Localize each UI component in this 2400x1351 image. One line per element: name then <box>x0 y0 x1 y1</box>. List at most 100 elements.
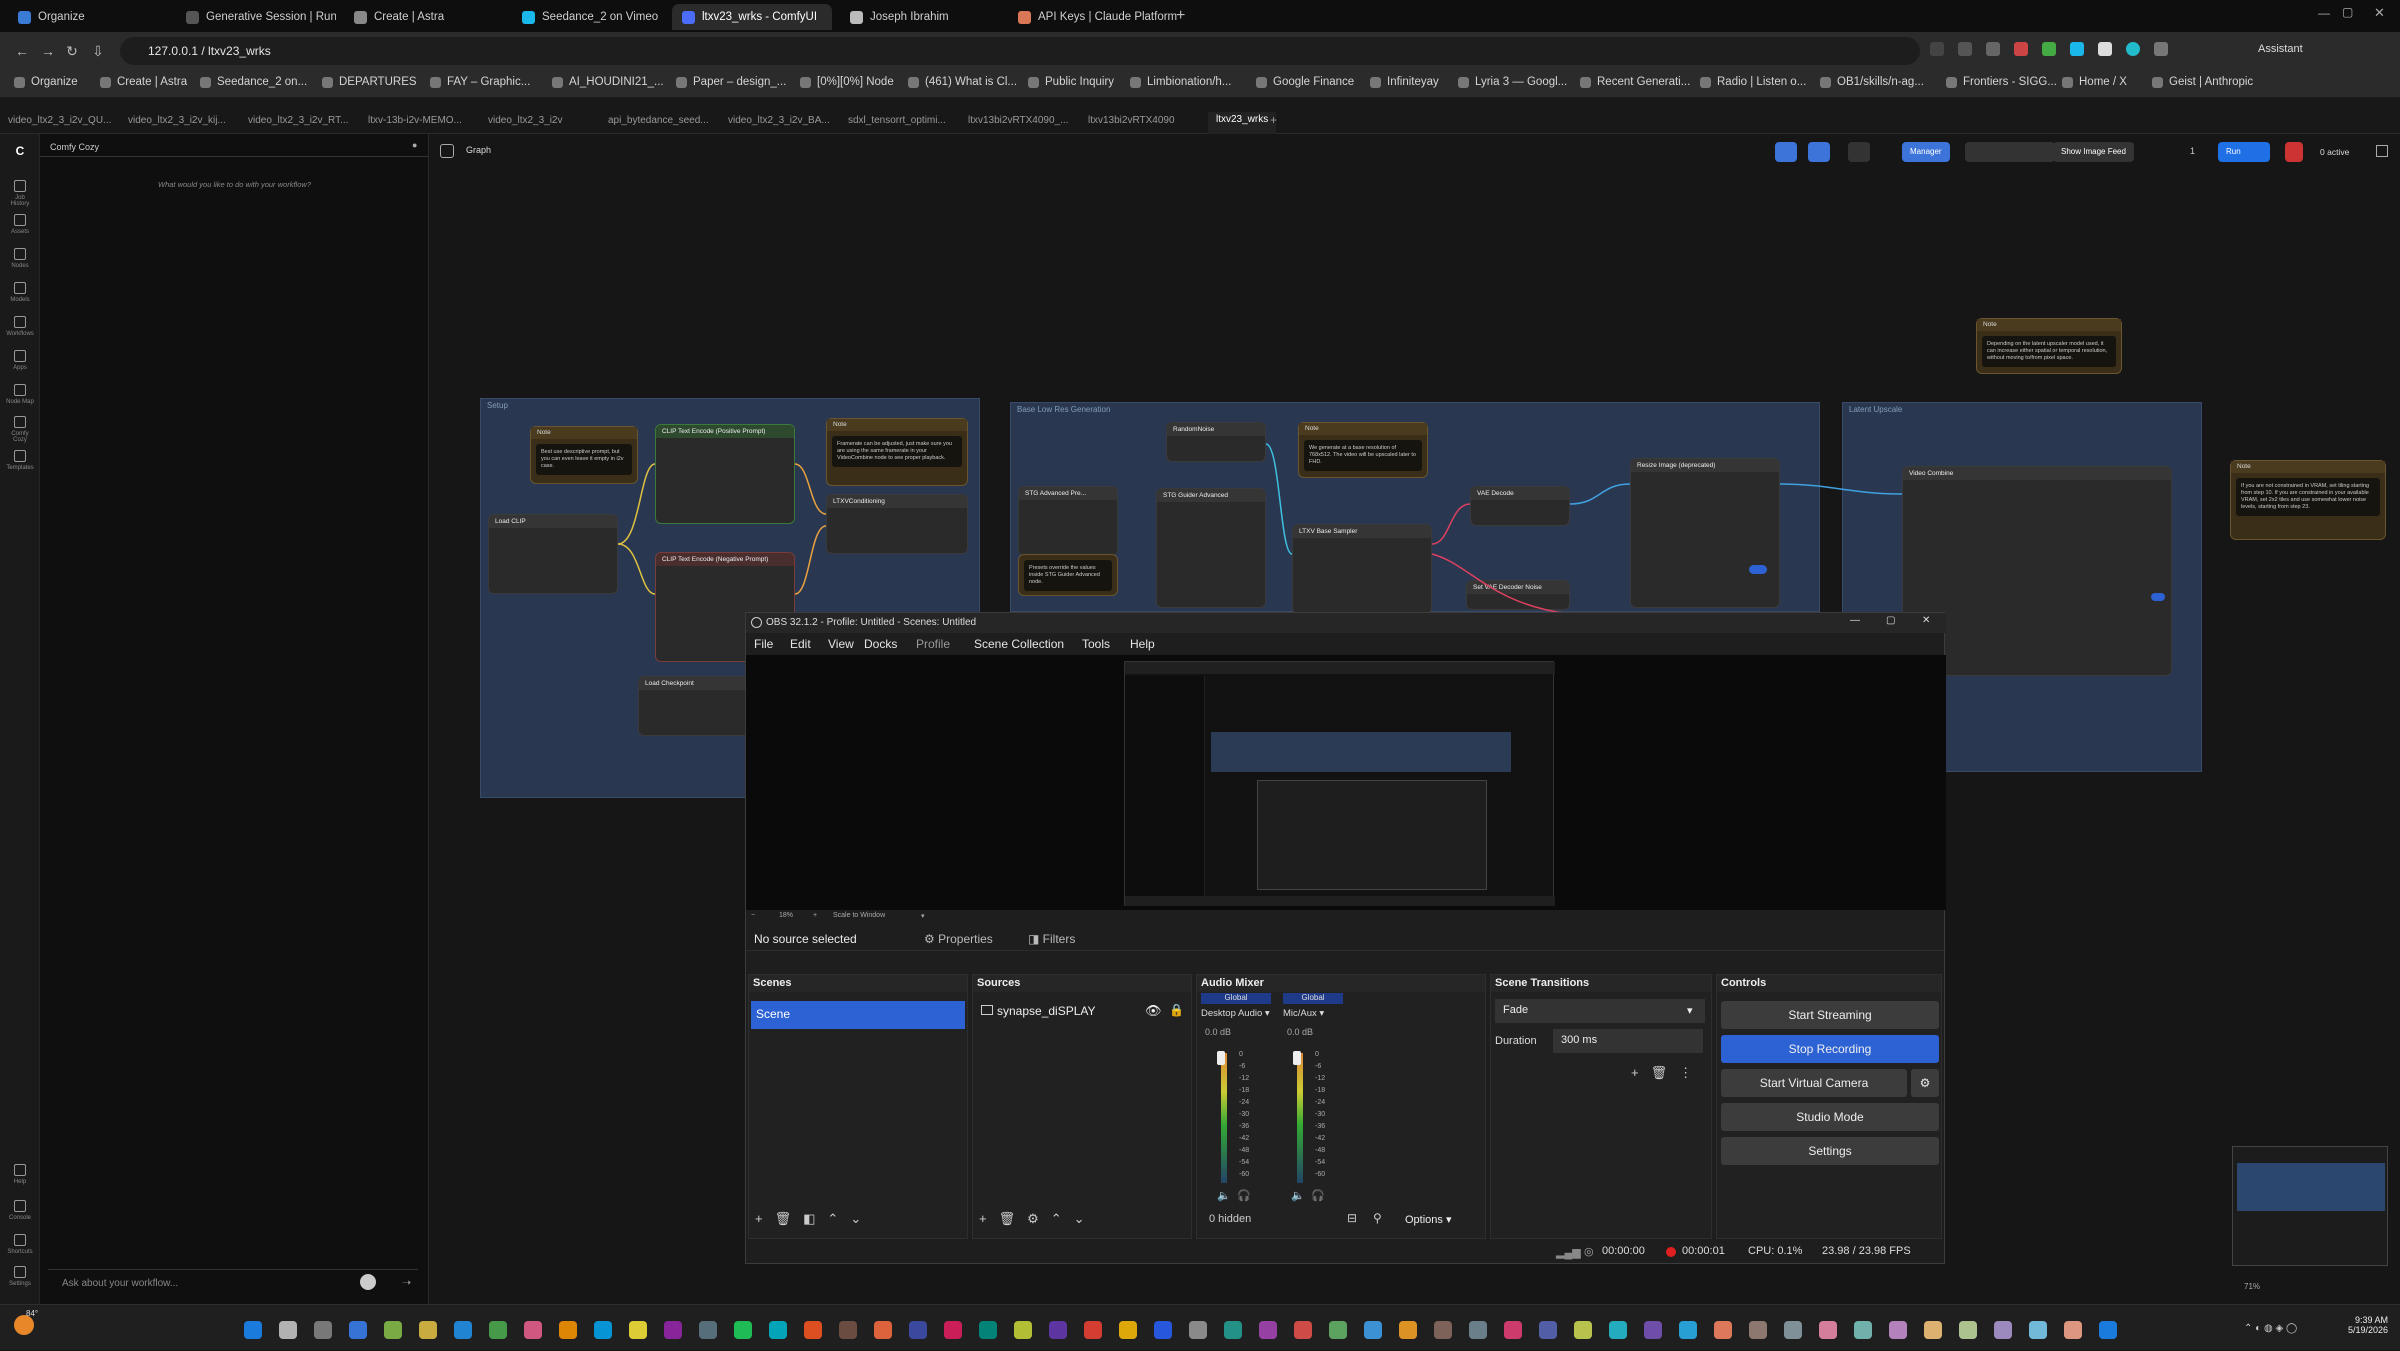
browser-tab[interactable]: Seedance_2 on Vimeo <box>512 4 672 30</box>
bookmark-item[interactable]: AI_HOUDINI21_... <box>552 76 664 88</box>
minimap[interactable] <box>2232 1146 2388 1266</box>
taskbar-app-icon[interactable] <box>1609 1321 1627 1339</box>
taskbar-app-icon[interactable] <box>279 1321 297 1339</box>
speaker-icon[interactable]: 🔈 <box>1217 1189 1231 1202</box>
taskbar-app-icon[interactable] <box>2064 1321 2082 1339</box>
bookmark-item[interactable]: Lyria 3 — Googl... <box>1458 76 1567 88</box>
taskbar-app-icon[interactable] <box>1749 1321 1767 1339</box>
workflow-tab[interactable]: video_ltx2_3_i2v <box>488 115 563 126</box>
workflow-tab[interactable]: api_bytedance_seed... <box>608 115 709 126</box>
rail-item[interactable]: Comfy Cozy <box>6 416 34 443</box>
clock[interactable]: 9:39 AM 5/19/2026 <box>2338 1315 2388 1335</box>
filter-icon[interactable]: ◧ <box>803 1211 815 1227</box>
rail-item[interactable]: Templates <box>6 450 34 471</box>
more-icon[interactable]: ⋮ <box>1679 1065 1692 1081</box>
taskbar-app-icon[interactable] <box>1784 1321 1802 1339</box>
workflow-tab-active[interactable]: ltxv23_wrks <box>1208 112 1277 134</box>
taskbar-app-icon[interactable] <box>1539 1321 1557 1339</box>
taskbar-app-icon[interactable] <box>1994 1321 2012 1339</box>
url-bar[interactable]: 127.0.0.1 / ltxv23_wrks <box>120 37 1920 65</box>
extension-icon[interactable] <box>2126 42 2140 56</box>
minimize-icon[interactable]: — <box>1850 615 1860 626</box>
zoom-level[interactable]: 71% <box>2244 1282 2260 1291</box>
extension-icon[interactable] <box>1986 42 2000 56</box>
workflow-tab[interactable]: video_ltx2_3_i2v_BA... <box>728 115 830 126</box>
move-up-icon[interactable]: ⌃ <box>1051 1211 1062 1227</box>
properties-button[interactable]: ⚙ Properties <box>924 932 993 946</box>
channel-name[interactable]: Mic/Aux ▾ <box>1283 1004 1343 1019</box>
gear-icon[interactable]: ⚙ <box>1027 1211 1039 1227</box>
taskbar-app-icon[interactable] <box>734 1321 752 1339</box>
bookmark-item[interactable]: Public Inquiry <box>1028 76 1114 88</box>
browser-tab[interactable]: Joseph Ibrahim <box>840 4 1000 30</box>
workflow-tab[interactable]: ltxv13bi2vRTX4090_... <box>968 115 1068 126</box>
taskbar-app-icon[interactable] <box>1224 1321 1242 1339</box>
volume-slider[interactable] <box>1293 1051 1301 1065</box>
taskbar-app-icon[interactable] <box>979 1321 997 1339</box>
zoom-in-icon[interactable]: + <box>813 912 817 919</box>
maximize-icon[interactable]: ▢ <box>1886 615 1895 626</box>
taskbar-app-icon[interactable] <box>1399 1321 1417 1339</box>
rail-item[interactable]: Nodes <box>6 248 34 269</box>
taskbar-app-icon[interactable] <box>1924 1321 1942 1339</box>
workflow-tab[interactable]: video_ltx2_3_i2v_QU... <box>8 115 111 126</box>
bookmark-item[interactable]: Paper – design_... <box>676 76 786 88</box>
rail-item[interactable]: Shortcuts <box>6 1234 34 1255</box>
close-icon[interactable]: ✕ <box>1922 615 1930 626</box>
start-virtual-camera-button[interactable]: Start Virtual Camera <box>1721 1069 1907 1097</box>
taskbar-app-icon[interactable] <box>419 1321 437 1339</box>
taskbar-app-icon[interactable] <box>909 1321 927 1339</box>
trash-icon[interactable]: 🗑 <box>1651 1065 1668 1081</box>
extension-icon[interactable] <box>2070 42 2084 56</box>
lock-icon[interactable]: 🔒 <box>1169 1003 1184 1017</box>
taskbar-app-icon[interactable] <box>559 1321 577 1339</box>
bookmark-item[interactable]: Seedance_2 on... <box>200 76 307 88</box>
menu-profile[interactable]: Profile <box>916 637 950 651</box>
rail-item[interactable]: Workflows <box>6 316 34 337</box>
taskbar-app-icon[interactable] <box>1504 1321 1522 1339</box>
taskbar-app-icon[interactable] <box>314 1321 332 1339</box>
trash-icon[interactable]: 🗑 <box>999 1211 1016 1227</box>
bookmark-item[interactable]: Geist | Anthropic <box>2152 76 2253 88</box>
bookmark-item[interactable]: Google Finance <box>1256 76 1354 88</box>
browser-tab-active[interactable]: ltxv23_wrks - ComfyUI <box>672 4 832 30</box>
workflow-tab[interactable]: sdxl_tensorrt_optimi... <box>848 115 946 126</box>
bookmark-item[interactable]: Home / X <box>2062 76 2127 88</box>
scene-item[interactable]: Scene <box>751 1001 965 1029</box>
mixer-layout-icon[interactable]: ⊟ <box>1347 1211 1357 1225</box>
taskbar-app-icon[interactable] <box>839 1321 857 1339</box>
browser-tab[interactable]: Create | Astra <box>344 4 504 30</box>
taskbar-app-icon[interactable] <box>1469 1321 1487 1339</box>
download-icon[interactable]: ⇩ <box>88 41 108 61</box>
taskbar-app-icon[interactable] <box>1084 1321 1102 1339</box>
studio-mode-button[interactable]: Studio Mode <box>1721 1103 1939 1131</box>
move-down-icon[interactable]: ⌄ <box>850 1211 861 1227</box>
assistant-button[interactable]: Assistant <box>2258 43 2303 55</box>
add-icon[interactable]: + <box>755 1211 763 1227</box>
bookmark-item[interactable]: OB1/skills/n-ag... <box>1820 76 1924 88</box>
taskbar-app-icon[interactable] <box>1259 1321 1277 1339</box>
comfy-logo-icon[interactable]: C <box>6 144 34 164</box>
add-icon[interactable]: + <box>1631 1065 1639 1081</box>
maximize-window-icon[interactable]: ▢ <box>2342 5 2353 19</box>
move-up-icon[interactable]: ⌃ <box>827 1211 838 1227</box>
taskbar-app-icon[interactable] <box>1434 1321 1452 1339</box>
zoom-out-icon[interactable]: − <box>751 912 755 919</box>
rail-item[interactable]: Apps <box>6 350 34 371</box>
menu-file[interactable]: File <box>754 637 773 651</box>
chevron-down-icon[interactable]: ▾ <box>921 912 925 920</box>
bookmark-item[interactable]: DEPARTURES <box>322 76 417 88</box>
new-tab-button[interactable]: + <box>1176 7 1185 25</box>
taskbar-app-icon[interactable] <box>1294 1321 1312 1339</box>
menu-help[interactable]: Help <box>1130 637 1155 651</box>
taskbar-app-icon[interactable] <box>699 1321 717 1339</box>
transition-select[interactable]: Fade ▾ <box>1495 999 1705 1023</box>
taskbar-app-icon[interactable] <box>1014 1321 1032 1339</box>
taskbar-app-icon[interactable] <box>594 1321 612 1339</box>
scale-mode[interactable]: Scale to Window <box>833 912 885 919</box>
rail-item[interactable]: Settings <box>6 1266 34 1287</box>
taskbar-app-icon[interactable] <box>1889 1321 1907 1339</box>
extension-icon[interactable] <box>2098 42 2112 56</box>
browser-tab[interactable]: Organize <box>8 4 168 30</box>
reload-icon[interactable]: ↻ <box>62 41 82 61</box>
